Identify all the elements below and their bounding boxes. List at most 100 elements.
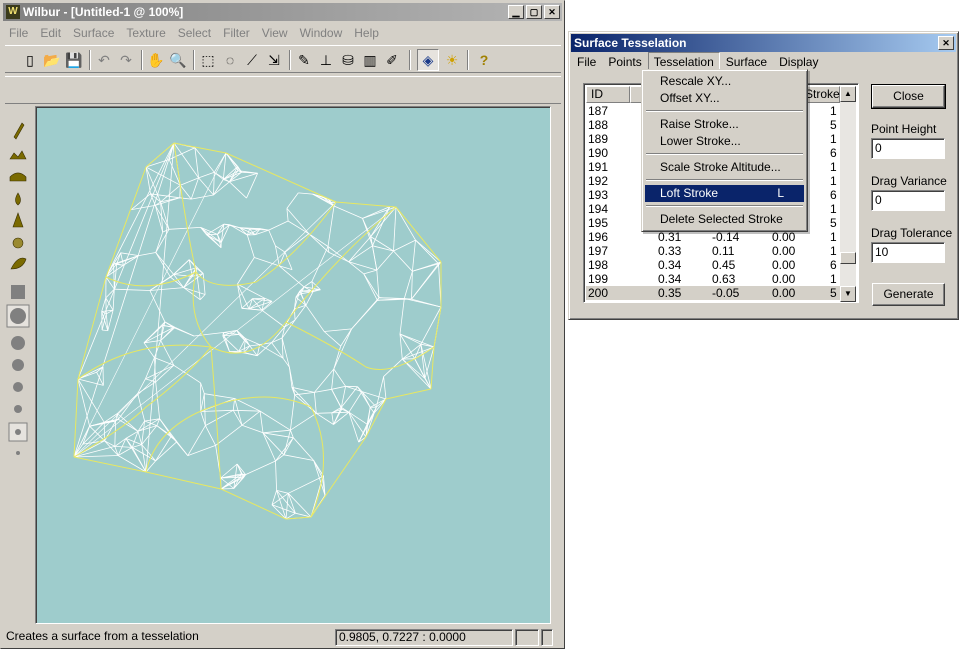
- dialog-menu-file[interactable]: File: [571, 52, 602, 72]
- close-button[interactable]: Close: [871, 84, 946, 109]
- mesh-edge: [180, 177, 199, 186]
- close-window-button[interactable]: ✕: [544, 5, 560, 19]
- stamp-icon[interactable]: ⊥: [315, 49, 337, 71]
- view-3d-icon[interactable]: ◈: [417, 49, 439, 71]
- table-row[interactable]: 199 0.34 0.63 0.00 1: [586, 272, 840, 286]
- dialog-close-icon[interactable]: ✕: [938, 36, 954, 50]
- hand-icon[interactable]: ✋: [145, 49, 167, 71]
- menu-edit[interactable]: Edit: [34, 23, 67, 43]
- mesh-edge: [213, 172, 215, 196]
- mesh-edge: [271, 342, 284, 359]
- menu-window[interactable]: Window: [294, 23, 349, 43]
- mesh-edge: [333, 411, 350, 425]
- column-header-id[interactable]: ID: [586, 86, 630, 103]
- drag-tolerance-label: Drag Tolerance: [871, 226, 953, 240]
- menu-item-scale-stroke-altitude[interactable]: Scale Stroke Altitude...: [645, 159, 804, 176]
- mesh-edge: [298, 192, 313, 195]
- light-icon[interactable]: ☀: [441, 49, 463, 71]
- new-icon[interactable]: ▯: [19, 49, 41, 71]
- generate-button[interactable]: Generate: [872, 283, 945, 306]
- pencil-icon[interactable]: ✐: [381, 49, 403, 71]
- drag-variance-field[interactable]: 0: [871, 190, 945, 211]
- menu-item-raise-stroke[interactable]: Raise Stroke...: [645, 116, 804, 133]
- mesh-edge: [395, 206, 442, 263]
- main-toolbar: ▯ 📂 💾 ↶ ↷ ✋ 🔍 ⬚ ◌ ⟋ ⇲ ✎ ⊥ ⛁ ▥ ✐ ◈ ☀ ?: [5, 45, 561, 73]
- maximize-button[interactable]: ▢: [526, 5, 542, 19]
- menu-item-offset-xy[interactable]: Offset XY...: [645, 90, 804, 107]
- round-brush-m-icon: [12, 359, 24, 371]
- table-row[interactable]: 200 0.35 -0.05 0.00 5: [586, 286, 840, 300]
- mesh-edge: [202, 273, 206, 295]
- mesh-edge: [403, 271, 413, 299]
- dialog-title-bar[interactable]: Surface Tesselation ✕: [571, 34, 956, 52]
- mesh-edge: [348, 411, 368, 425]
- cell-stroke: 1: [830, 104, 837, 118]
- scroll-up-icon[interactable]: ▲: [840, 86, 856, 102]
- mesh-edge: [173, 142, 227, 154]
- mesh-edge: [143, 342, 155, 358]
- mesh-edge: [114, 288, 150, 291]
- menu-filter[interactable]: Filter: [217, 23, 256, 43]
- mesh-edge: [331, 385, 346, 390]
- cell-id: 199: [588, 272, 609, 286]
- mesh-edge: [118, 418, 139, 432]
- menu-help[interactable]: Help: [348, 23, 385, 43]
- menu-item-lower-stroke[interactable]: Lower Stroke...: [645, 133, 804, 150]
- main-title-bar[interactable]: W Wilbur - [Untitled-1 @ 100%] ▁ ▢ ✕: [3, 3, 562, 21]
- move-select-icon[interactable]: ⇲: [263, 49, 285, 71]
- mesh-edge: [363, 269, 377, 275]
- menu-item-loft-stroke[interactable]: Loft Stroke L: [645, 185, 804, 202]
- undo-icon[interactable]: ↶: [93, 49, 115, 71]
- point-height-field[interactable]: 0: [871, 138, 945, 159]
- table-row[interactable]: 197 0.33 0.11 0.00 1: [586, 244, 840, 258]
- magic-wand-icon[interactable]: ⟋: [241, 49, 263, 71]
- cell-stroke: 1: [830, 230, 837, 244]
- scroll-down-icon[interactable]: ▼: [840, 286, 856, 302]
- cell-stroke: 6: [830, 146, 837, 160]
- menu-surface[interactable]: Surface: [67, 23, 120, 43]
- open-icon[interactable]: 📂: [41, 49, 63, 71]
- table-row[interactable]: 196 0.31 -0.14 0.00 1: [586, 230, 840, 244]
- table-row[interactable]: 198 0.34 0.45 0.00 6: [586, 258, 840, 272]
- mesh-edge: [113, 263, 115, 290]
- mesh-edge: [275, 245, 280, 266]
- mesh-edge: [311, 246, 329, 282]
- mesh-edge: [160, 327, 174, 341]
- menu-separator: [646, 153, 803, 155]
- scroll-thumb[interactable]: [840, 252, 856, 264]
- help-icon[interactable]: ?: [473, 49, 495, 71]
- mesh-edge: [252, 298, 263, 311]
- paint-brush-tool-icon: [13, 122, 25, 140]
- cell-id: 200: [588, 286, 609, 300]
- mesh-edge: [313, 460, 323, 479]
- menu-item-delete-selected-stroke[interactable]: Delete Selected Stroke: [645, 211, 804, 228]
- mesh-edge: [262, 432, 285, 456]
- menu-file[interactable]: File: [3, 23, 34, 43]
- brush-icon[interactable]: ✎: [293, 49, 315, 71]
- mesh-edge: [393, 239, 416, 252]
- redo-icon[interactable]: ↷: [115, 49, 137, 71]
- mesh-edge: [402, 358, 426, 379]
- bucket-icon[interactable]: ⛁: [337, 49, 359, 71]
- minimize-button[interactable]: ▁: [508, 5, 524, 19]
- canvas-scrollbar[interactable]: [551, 106, 563, 624]
- menu-view[interactable]: View: [256, 23, 294, 43]
- mesh-stroke: [105, 271, 197, 287]
- drag-tolerance-field[interactable]: 10: [871, 242, 945, 263]
- list-scrollbar[interactable]: ▲ ▼: [840, 86, 856, 302]
- mesh-edge: [399, 298, 405, 335]
- rect-select-icon[interactable]: ⬚: [197, 49, 219, 71]
- menu-item-rescale-xy[interactable]: Rescale XY...: [645, 73, 804, 90]
- gradient-icon[interactable]: ▥: [359, 49, 381, 71]
- mesh-edge: [187, 425, 206, 456]
- status-message: Creates a surface from a tesselation: [6, 629, 199, 643]
- cell-id: 192: [588, 174, 609, 188]
- menu-select[interactable]: Select: [172, 23, 217, 43]
- document-canvas[interactable]: [35, 106, 551, 624]
- zoom-icon[interactable]: 🔍: [167, 49, 189, 71]
- lasso-icon[interactable]: ◌: [219, 49, 241, 71]
- save-icon[interactable]: 💾: [63, 49, 85, 71]
- mesh-edge: [259, 411, 264, 433]
- menu-texture[interactable]: Texture: [120, 23, 171, 43]
- mesh-edge: [271, 490, 277, 505]
